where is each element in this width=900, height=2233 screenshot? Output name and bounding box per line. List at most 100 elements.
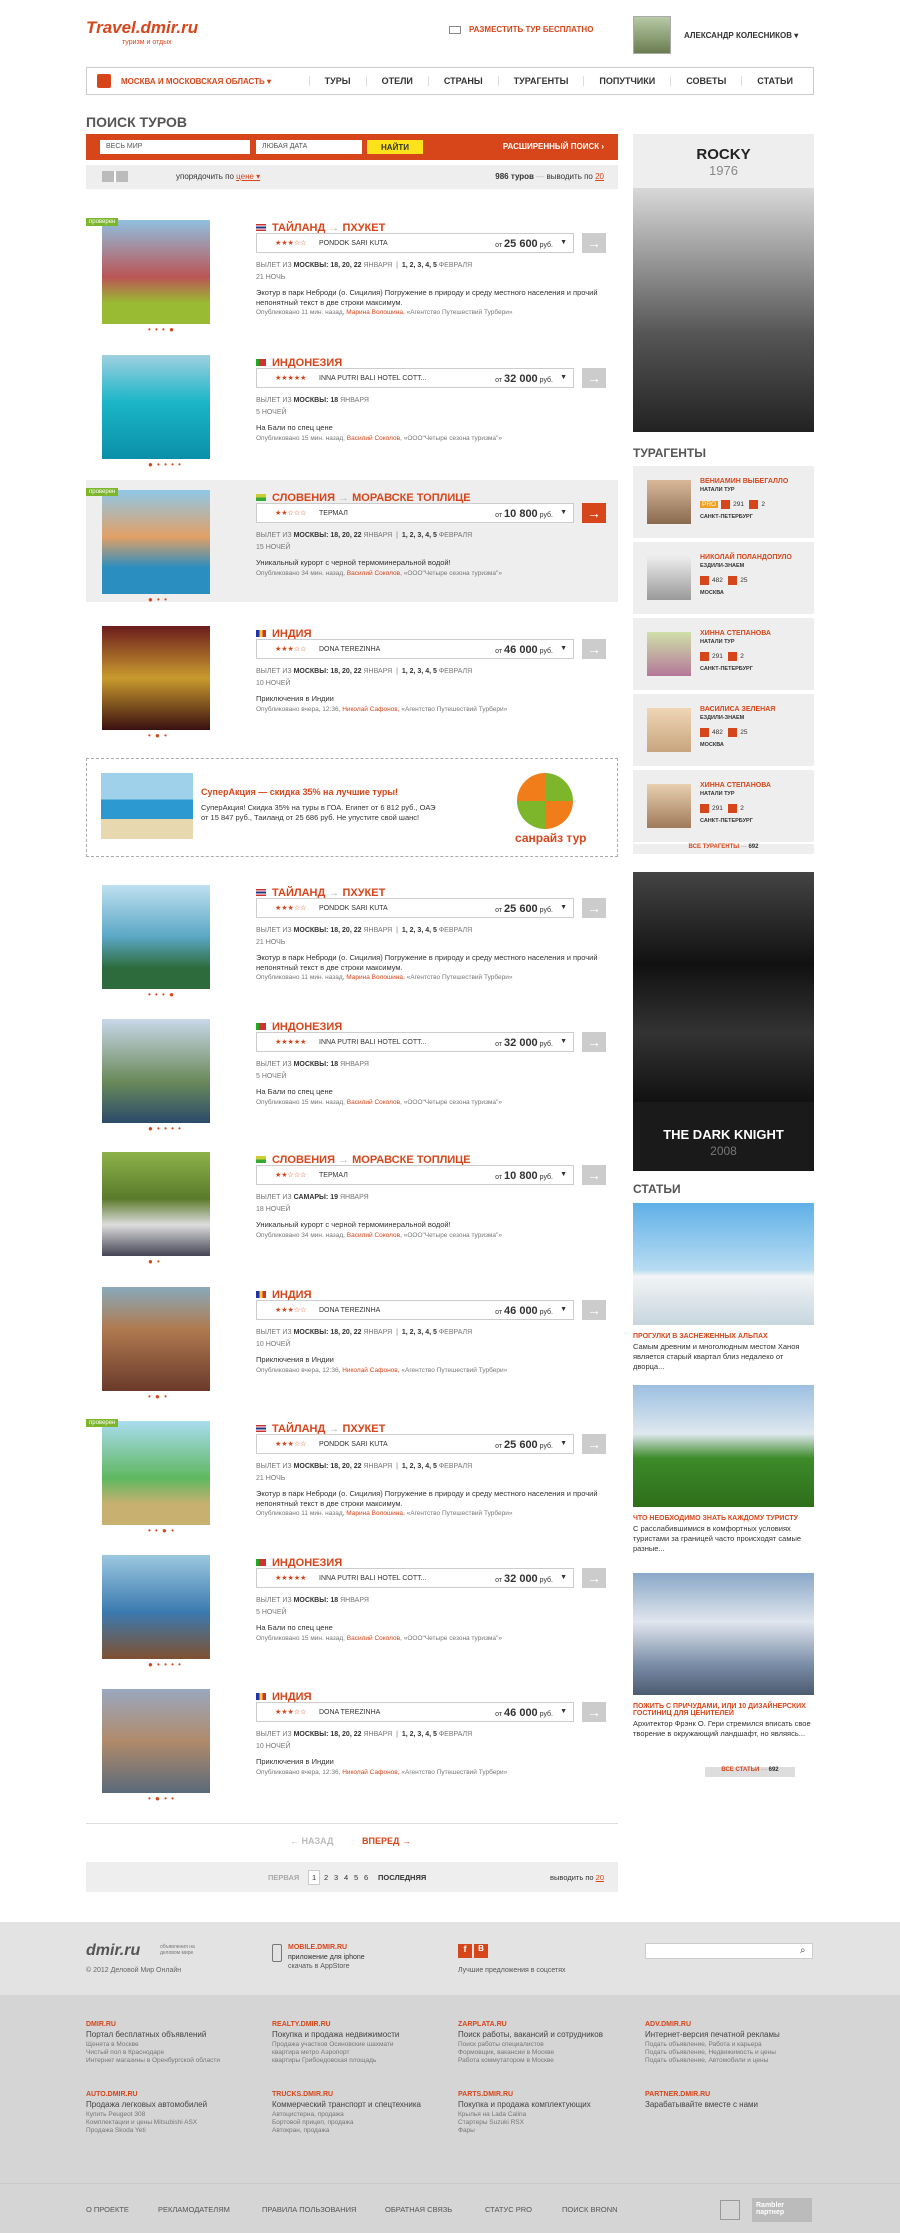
rambler-badge[interactable]: Rambler партнер bbox=[752, 2198, 812, 2222]
tour-image[interactable] bbox=[102, 1689, 210, 1793]
author-link[interactable]: Николай Сафонов, bbox=[342, 1367, 399, 1374]
first-page[interactable]: ПЕРВАЯ bbox=[268, 1873, 299, 1882]
place-tour-link[interactable]: РАЗМЕСТИТЬ ТУР БЕСПЛАТНО bbox=[449, 25, 593, 34]
per-page-value[interactable]: 20 bbox=[595, 172, 604, 181]
go-arrow-button[interactable]: → bbox=[582, 1702, 606, 1722]
tour-image[interactable] bbox=[102, 626, 210, 730]
footer-col-links[interactable]: Подать объявление, Работа и карьера Пода… bbox=[645, 2041, 820, 2065]
go-arrow-button[interactable]: → bbox=[582, 898, 606, 918]
footer-col-heading[interactable]: Поиск работы, вакансий и сотрудников bbox=[458, 2030, 633, 2039]
nav-item-hotels[interactable]: ОТЕЛИ bbox=[365, 76, 428, 86]
go-arrow-button[interactable]: → bbox=[582, 368, 606, 388]
hotel-select[interactable]: ★★☆☆☆ ТЕРМАЛ от 10 800 руб. ▼ bbox=[256, 1165, 574, 1185]
hotel-select[interactable]: ★★★★★ INNA PUTRI BALI HOTEL COTT... от 32 … bbox=[256, 368, 574, 388]
footer-col-title[interactable]: PARTNER.DMIR.RU bbox=[645, 2091, 820, 2098]
hotel-select[interactable]: ★★★☆☆ DONA TEREZINHA от 46 000 руб. ▼ bbox=[256, 1300, 574, 1320]
nav-item-tours[interactable]: ТУРЫ bbox=[308, 76, 366, 86]
tour-image[interactable] bbox=[102, 885, 210, 989]
author-link[interactable]: Василий Соколов, bbox=[347, 1635, 402, 1642]
pager-per-page-value[interactable]: 20 bbox=[596, 1873, 604, 1882]
where-input[interactable]: ВЕСЬ МИР bbox=[100, 140, 250, 154]
hotel-select[interactable]: ★★☆☆☆ ТЕРМАЛ от 10 800 руб. ▼ bbox=[256, 503, 574, 523]
tour-image[interactable] bbox=[102, 1019, 210, 1123]
go-arrow-button[interactable]: → bbox=[582, 1165, 606, 1185]
footer-logo[interactable]: dmir.ru bbox=[86, 1942, 140, 1960]
gallery-dots[interactable]: ● • bbox=[148, 1257, 161, 1266]
agent-card[interactable]: ВАСИЛИСА ЗЕЛЕНАЯ ЕЗДИЛИ-ЗНАЕМ 482 25 МОСКВА bbox=[633, 694, 814, 766]
search-icon[interactable]: ⌕ bbox=[800, 1945, 806, 1956]
agent-card[interactable]: ВЕНИАМИН ВЫБЕГАЛЛО НАТАЛИ ТУР PRO 291 2 САНК… bbox=[633, 466, 814, 538]
poster-dark-knight[interactable]: THE DARK KNIGHT 2008 bbox=[633, 872, 814, 1171]
footer-col-title[interactable]: REALTY.DMIR.RU bbox=[272, 2021, 447, 2028]
go-arrow-button[interactable]: → bbox=[582, 233, 606, 253]
footer-link-feedback[interactable]: ОБРАТНАЯ СВЯЗЬ bbox=[385, 2205, 452, 2214]
agent-card[interactable]: НИКОЛАЙ ПОЛАНДОПУЛО ЕЗДИЛИ-ЗНАЕМ 482 25 МОС… bbox=[633, 542, 814, 614]
author-link[interactable]: Марина Волошина, bbox=[346, 1510, 405, 1517]
footer-col-title[interactable]: PARTS.DMIR.RU bbox=[458, 2091, 633, 2098]
hotel-select[interactable]: ★★★★★ INNA PUTRI BALI HOTEL COTT... от 32 … bbox=[256, 1568, 574, 1588]
hotel-select[interactable]: ★★★☆☆ PONDOK SARI KUTA от 25 600 руб. ▼ bbox=[256, 1434, 574, 1454]
footer-col-heading[interactable]: Коммерческий транспорт и спецтехника bbox=[272, 2100, 447, 2109]
footer-col-links[interactable]: Продажа участков Осиновские шахмати квар… bbox=[272, 2041, 447, 2065]
footer-col-links[interactable]: Поиск работы специалистов Формовщик, вак… bbox=[458, 2041, 633, 2065]
user-menu[interactable]: АЛЕКСАНДР КОЛЕСНИКОВ ▾ bbox=[633, 16, 798, 54]
footer-col-heading[interactable]: Зарабатывайте вместе с нами bbox=[645, 2100, 820, 2109]
nav-item-companions[interactable]: ПОПУТЧИКИ bbox=[583, 76, 670, 86]
footer-link-about[interactable]: О ПРОЕКТЕ bbox=[86, 2205, 129, 2214]
hotel-select[interactable]: ★★★★★ INNA PUTRI BALI HOTEL COTT... от 32 … bbox=[256, 1032, 574, 1052]
footer-col-links[interactable]: Щенята в Москве Чистый пол в Краснодаре … bbox=[86, 2041, 261, 2065]
go-arrow-button[interactable]: → bbox=[582, 1568, 606, 1588]
footer-col-links[interactable]: Купить Peugeot 308 Комплектации и цены M… bbox=[86, 2111, 261, 2135]
author-link[interactable]: Василий Соколов, bbox=[347, 435, 402, 442]
sort-control[interactable]: упорядочить по цене ▾ bbox=[176, 172, 260, 181]
article-title[interactable]: ПРОГУЛКИ В ЗАСНЕЖЕННЫХ АЛЬПАХ bbox=[633, 1333, 814, 1340]
nav-item-countries[interactable]: СТРАНЫ bbox=[427, 76, 498, 86]
tour-image[interactable] bbox=[102, 1421, 210, 1525]
app-title[interactable]: MOBILE.DMIR.RU bbox=[288, 1944, 347, 1951]
footer-link-search[interactable]: ПОИСК BRONN bbox=[562, 2205, 618, 2214]
agent-name[interactable]: ВАСИЛИСА ЗЕЛЕНАЯ bbox=[700, 706, 775, 713]
page-6[interactable]: 6 bbox=[364, 1873, 368, 1882]
author-link[interactable]: Василий Соколов, bbox=[347, 1232, 402, 1239]
footer-col-links[interactable]: Крылья на Lada Calina Стартеры Suzuki RS… bbox=[458, 2111, 633, 2135]
footer-col-title[interactable]: TRUCKS.DMIR.RU bbox=[272, 2091, 447, 2098]
footer-col-title[interactable]: ADV.DMIR.RU bbox=[645, 2021, 820, 2028]
page-1[interactable]: 1 bbox=[308, 1870, 321, 1885]
hotel-select[interactable]: ★★★☆☆ DONA TEREZINHA от 46 000 руб. ▼ bbox=[256, 639, 574, 659]
article-card[interactable]: ПРОГУЛКИ В ЗАСНЕЖЕННЫХ АЛЬПАХ Самым древн… bbox=[633, 1203, 814, 1372]
author-link[interactable]: Николай Сафонов, bbox=[342, 1769, 399, 1776]
forward-link[interactable]: ВПЕРЕД → bbox=[362, 1836, 411, 1846]
advanced-search-link[interactable]: РАСШИРЕННЫЙ ПОИСК › bbox=[503, 142, 604, 151]
facebook-icon[interactable]: f bbox=[458, 1944, 472, 1958]
gallery-dots[interactable]: ● • • • • bbox=[148, 460, 182, 469]
gallery-dots[interactable]: ● • • • • bbox=[148, 1124, 182, 1133]
tour-image[interactable] bbox=[102, 1555, 210, 1659]
gallery-dots[interactable]: • ● • bbox=[148, 1392, 168, 1401]
page-3[interactable]: 3 bbox=[334, 1873, 338, 1882]
footer-link-rules[interactable]: ПРАВИЛА ПОЛЬЗОВАНИЯ bbox=[262, 2205, 356, 2214]
all-agents-link[interactable]: ВСЕ ТУРАГЕНТЫ — 692 bbox=[633, 844, 814, 854]
agent-card[interactable]: ХИННА СТЕПАНОВА НАТАЛИ ТУР 291 2 САНКТ-ПЕТЕ… bbox=[633, 770, 814, 842]
hotel-select[interactable]: ★★★☆☆ DONA TEREZINHA от 46 000 руб. ▼ bbox=[256, 1702, 574, 1722]
tour-image[interactable] bbox=[102, 490, 210, 594]
agent-name[interactable]: ХИННА СТЕПАНОВА bbox=[700, 782, 771, 789]
footer-col-heading[interactable]: Покупка и продажа комплектующих bbox=[458, 2100, 633, 2109]
tour-image[interactable] bbox=[102, 355, 210, 459]
go-arrow-button[interactable]: → bbox=[582, 1300, 606, 1320]
all-articles-link[interactable]: ВСЕ СТАТЬИ — 692 bbox=[705, 1767, 795, 1777]
article-title[interactable]: ЧТО НЕОБХОДИМО ЗНАТЬ КАЖДОМУ ТУРИСТУ bbox=[633, 1515, 814, 1522]
author-link[interactable]: Марина Волошина, bbox=[346, 974, 405, 981]
page-2[interactable]: 2 bbox=[324, 1873, 328, 1882]
nav-item-agents[interactable]: ТУРАГЕНТЫ bbox=[497, 76, 584, 86]
page-5[interactable]: 5 bbox=[354, 1873, 358, 1882]
author-link[interactable]: Василий Соколов, bbox=[347, 1099, 402, 1106]
date-input[interactable]: ЛЮБАЯ ДАТА bbox=[256, 140, 362, 154]
author-link[interactable]: Николай Сафонов, bbox=[342, 706, 399, 713]
go-arrow-button[interactable]: → bbox=[582, 1434, 606, 1454]
tour-image[interactable] bbox=[102, 1287, 210, 1391]
footer-search-input[interactable] bbox=[645, 1943, 813, 1959]
site-logo[interactable]: Travel.dmir.ru туризм и отдых bbox=[86, 18, 198, 46]
gallery-dots[interactable]: • ● • bbox=[148, 731, 168, 740]
go-arrow-button[interactable]: → bbox=[582, 1032, 606, 1052]
footer-col-heading[interactable]: Покупка и продажа недвижимости bbox=[272, 2030, 447, 2039]
